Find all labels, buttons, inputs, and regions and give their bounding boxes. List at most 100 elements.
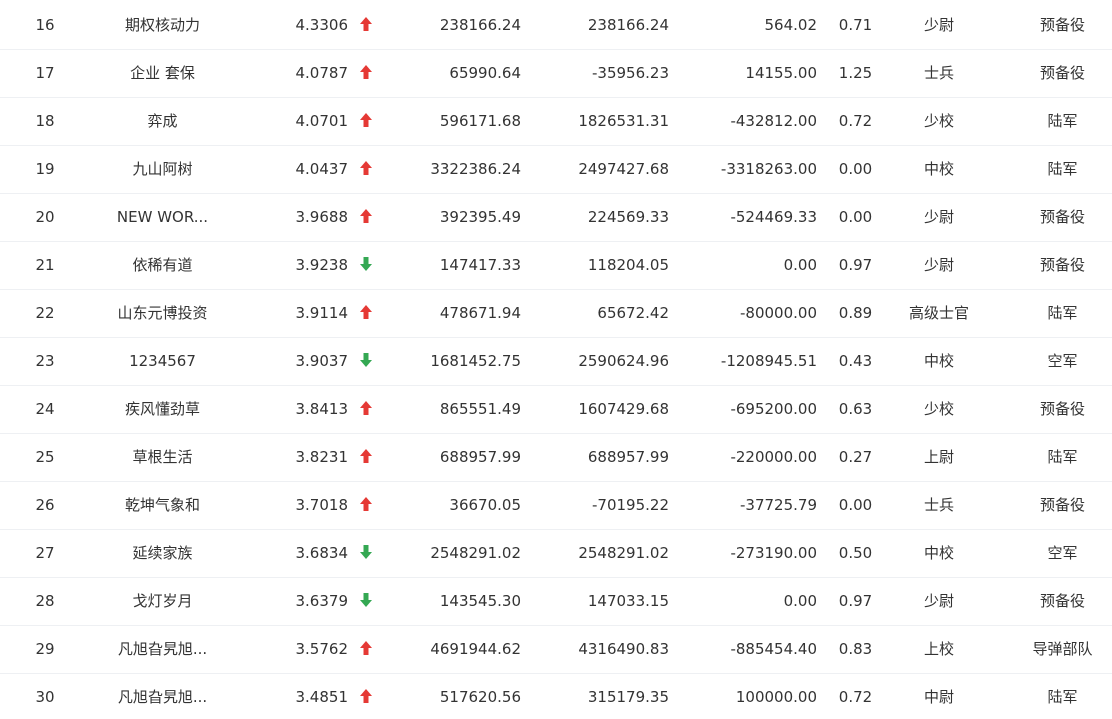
value3-cell: -3318263.00: [720, 160, 817, 178]
value3-cell: 14155.00: [745, 64, 817, 82]
name-cell[interactable]: 九山阿树: [95, 145, 230, 193]
rank-cell: 29: [35, 640, 55, 658]
value3-cell: -273190.00: [730, 544, 817, 562]
trend-cell: [355, 289, 377, 337]
rank-cell: 30: [35, 688, 55, 706]
name-cell[interactable]: 凡旭旮旯旭...: [95, 673, 230, 719]
name-cell[interactable]: 期权核动力: [95, 1, 230, 49]
name-cell[interactable]: 弈成: [95, 97, 230, 145]
ratio-cell: 0.63: [838, 400, 873, 418]
arrow-down-icon: [360, 544, 372, 559]
score-cell: 3.5762: [295, 640, 349, 658]
value2-cell: 238166.24: [587, 16, 669, 34]
score-cell: 3.6379: [295, 592, 349, 610]
ratio-cell: 0.72: [838, 688, 873, 706]
value3-cell: -432812.00: [730, 112, 817, 130]
branch-cell: 空军: [1047, 544, 1078, 562]
military-rank-cell: 少尉: [923, 16, 954, 34]
rank-cell: 21: [35, 256, 55, 274]
value1-cell: 1681452.75: [430, 352, 521, 370]
name-cell[interactable]: 山东元博投资: [95, 289, 230, 337]
branch-cell: 预备役: [1039, 16, 1085, 34]
name-cell[interactable]: 1234567: [95, 337, 230, 385]
value2-cell: 2497427.68: [578, 160, 669, 178]
name-cell[interactable]: 延续家族: [95, 529, 230, 577]
table-row[interactable]: 25 草根生活 3.8231 688957.99 688957.99 -220000.00…: [0, 433, 1112, 482]
value1-cell: 3322386.24: [430, 160, 521, 178]
name-cell[interactable]: 疾风懂劲草: [95, 385, 230, 433]
value2-cell: 1607429.68: [578, 400, 669, 418]
score-cell: 3.9688: [295, 208, 349, 226]
name-cell[interactable]: 依稀有道: [95, 241, 230, 289]
trend-cell: [355, 625, 377, 673]
trend-cell: [355, 241, 377, 289]
name-cell[interactable]: 乾坤气象和: [95, 481, 230, 529]
branch-cell: 陆军: [1047, 304, 1078, 322]
value3-cell: -1208945.51: [720, 352, 817, 370]
table-row[interactable]: 27 延续家族 3.6834 2548291.02 2548291.02 -273190.…: [0, 529, 1112, 578]
name-cell[interactable]: NEW WOR...: [95, 193, 230, 241]
table-row[interactable]: 19 九山阿树 4.0437 3322386.24 2497427.68 -3318263…: [0, 145, 1112, 194]
table-row[interactable]: 30 凡旭旮旯旭... 3.4851 517620.56 315179.35 100000…: [0, 673, 1112, 719]
value2-cell: -35956.23: [592, 64, 669, 82]
military-rank-cell: 少校: [923, 400, 954, 418]
table-row[interactable]: 16 期权核动力 4.3306 238166.24 238166.24 564.02 0.7…: [0, 1, 1112, 50]
trend-cell: [355, 577, 377, 625]
ratio-cell: 0.71: [838, 16, 873, 34]
table-row[interactable]: 26 乾坤气象和 3.7018 36670.05 -70195.22 -37725.79 0…: [0, 481, 1112, 530]
value2-cell: 2590624.96: [578, 352, 669, 370]
name-cell[interactable]: 凡旭旮旯旭...: [95, 625, 230, 673]
arrow-up-icon: [360, 208, 372, 223]
military-rank-cell: 少尉: [923, 208, 954, 226]
table-row[interactable]: 20 NEW WOR... 3.9688 392395.49 224569.33 -524…: [0, 193, 1112, 242]
score-cell: 3.4851: [295, 688, 349, 706]
value2-cell: 4316490.83: [578, 640, 669, 658]
value3-cell: -885454.40: [730, 640, 817, 658]
score-cell: 4.0437: [295, 160, 349, 178]
branch-cell: 陆军: [1047, 448, 1078, 466]
table-row[interactable]: 21 依稀有道 3.9238 147417.33 118204.05 0.00 0.97 少尉…: [0, 241, 1112, 290]
table-row[interactable]: 24 疾风懂劲草 3.8413 865551.49 1607429.68 -695200.…: [0, 385, 1112, 434]
arrow-up-icon: [360, 160, 372, 175]
military-rank-cell: 中尉: [923, 688, 954, 706]
arrow-up-icon: [360, 640, 372, 655]
arrow-up-icon: [360, 688, 372, 703]
table-row[interactable]: 18 弈成 4.0701 596171.68 1826531.31 -432812.00 0…: [0, 97, 1112, 146]
rank-cell: 19: [35, 160, 55, 178]
table-row[interactable]: 17 企业 套保 4.0787 65990.64 -35956.23 14155.00 1.…: [0, 49, 1112, 98]
value1-cell: 392395.49: [439, 208, 521, 226]
branch-cell: 预备役: [1039, 400, 1085, 418]
ratio-cell: 0.97: [838, 256, 873, 274]
military-rank-cell: 高级士官: [908, 304, 969, 322]
trend-cell: [355, 385, 377, 433]
military-rank-cell: 中校: [923, 160, 954, 178]
value2-cell: 65672.42: [597, 304, 669, 322]
rank-cell: 26: [35, 496, 55, 514]
value3-cell: -695200.00: [730, 400, 817, 418]
name-cell[interactable]: 戈灯岁月: [95, 577, 230, 625]
branch-cell: 导弹部队: [1032, 640, 1093, 658]
rank-cell: 20: [35, 208, 55, 226]
ratio-cell: 0.43: [838, 352, 873, 370]
value1-cell: 4691944.62: [430, 640, 521, 658]
value2-cell: 224569.33: [587, 208, 669, 226]
name-cell[interactable]: 草根生活: [95, 433, 230, 481]
trend-cell: [355, 433, 377, 481]
score-cell: 4.3306: [295, 16, 349, 34]
arrow-up-icon: [360, 448, 372, 463]
table-row[interactable]: 29 凡旭旮旯旭... 3.5762 4691944.62 4316490.83 -885…: [0, 625, 1112, 674]
score-cell: 3.8231: [295, 448, 349, 466]
arrow-down-icon: [360, 256, 372, 271]
military-rank-cell: 中校: [923, 352, 954, 370]
table-row[interactable]: 23 1234567 3.9037 1681452.75 2590624.96 -1208…: [0, 337, 1112, 386]
trend-cell: [355, 97, 377, 145]
value3-cell: -80000.00: [740, 304, 817, 322]
table-row[interactable]: 22 山东元博投资 3.9114 478671.94 65672.42 -80000.00…: [0, 289, 1112, 338]
value1-cell: 65990.64: [449, 64, 521, 82]
value1-cell: 36670.05: [449, 496, 521, 514]
name-cell[interactable]: 企业 套保: [95, 49, 230, 97]
value1-cell: 596171.68: [439, 112, 521, 130]
rank-cell: 17: [35, 64, 55, 82]
table-row[interactable]: 28 戈灯岁月 3.6379 143545.30 147033.15 0.00 0.97 少尉…: [0, 577, 1112, 626]
arrow-down-icon: [360, 592, 372, 607]
